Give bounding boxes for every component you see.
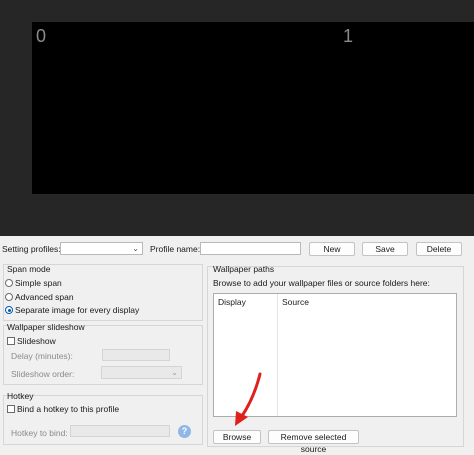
span-mode-title: Span mode xyxy=(7,264,51,274)
column-separator xyxy=(277,294,278,416)
wallpaper-paths-title: Wallpaper paths xyxy=(213,264,275,274)
slideshow-order-dropdown[interactable]: ⌄ xyxy=(101,366,182,379)
delay-input[interactable] xyxy=(102,349,170,361)
chevron-down-icon: ⌄ xyxy=(132,244,139,253)
browse-button[interactable]: Browse xyxy=(213,430,261,444)
hotkey-title: Hotkey xyxy=(7,391,34,401)
advanced-span-label[interactable]: Advanced span xyxy=(15,292,74,302)
separate-image-radio[interactable] xyxy=(5,306,13,314)
display-label-1[interactable]: 1 xyxy=(343,26,353,47)
setting-profiles-label: Setting profiles: xyxy=(2,244,61,254)
delay-label: Delay (minutes): xyxy=(11,351,73,361)
help-icon[interactable]: ? xyxy=(178,425,191,438)
column-header-source[interactable]: Source xyxy=(282,297,309,307)
delete-button[interactable]: Delete xyxy=(416,242,462,256)
wallpaper-paths-hint: Browse to add your wallpaper files or so… xyxy=(213,278,430,288)
setting-profiles-dropdown[interactable]: ⌄ xyxy=(60,242,143,255)
remove-selected-source-button[interactable]: Remove selected source xyxy=(268,430,359,454)
slideshow-checkbox[interactable] xyxy=(7,337,15,345)
slideshow-label[interactable]: Slideshow xyxy=(17,336,56,346)
chevron-down-icon: ⌄ xyxy=(171,368,178,377)
profile-name-input[interactable] xyxy=(200,242,301,255)
wallpaper-slideshow-title: Wallpaper slideshow xyxy=(7,322,85,332)
display-label-0[interactable]: 0 xyxy=(36,26,46,47)
hotkey-to-bind-label: Hotkey to bind: xyxy=(11,428,68,438)
simple-span-radio[interactable] xyxy=(5,279,13,287)
separate-image-label[interactable]: Separate image for every display xyxy=(15,305,139,315)
save-button[interactable]: Save xyxy=(362,242,408,256)
bind-hotkey-label[interactable]: Bind a hotkey to this profile xyxy=(17,404,119,414)
profile-name-label: Profile name: xyxy=(150,244,201,254)
new-button[interactable]: New xyxy=(309,242,355,256)
bind-hotkey-checkbox[interactable] xyxy=(7,405,15,413)
hotkey-input[interactable] xyxy=(70,425,170,437)
column-header-display[interactable]: Display xyxy=(218,297,246,307)
simple-span-label[interactable]: Simple span xyxy=(15,278,62,288)
red-arrow-annotation xyxy=(235,372,262,426)
advanced-span-radio[interactable] xyxy=(5,293,13,301)
display-preview-canvas[interactable] xyxy=(32,22,474,194)
slideshow-order-label: Slideshow order: xyxy=(11,369,75,379)
